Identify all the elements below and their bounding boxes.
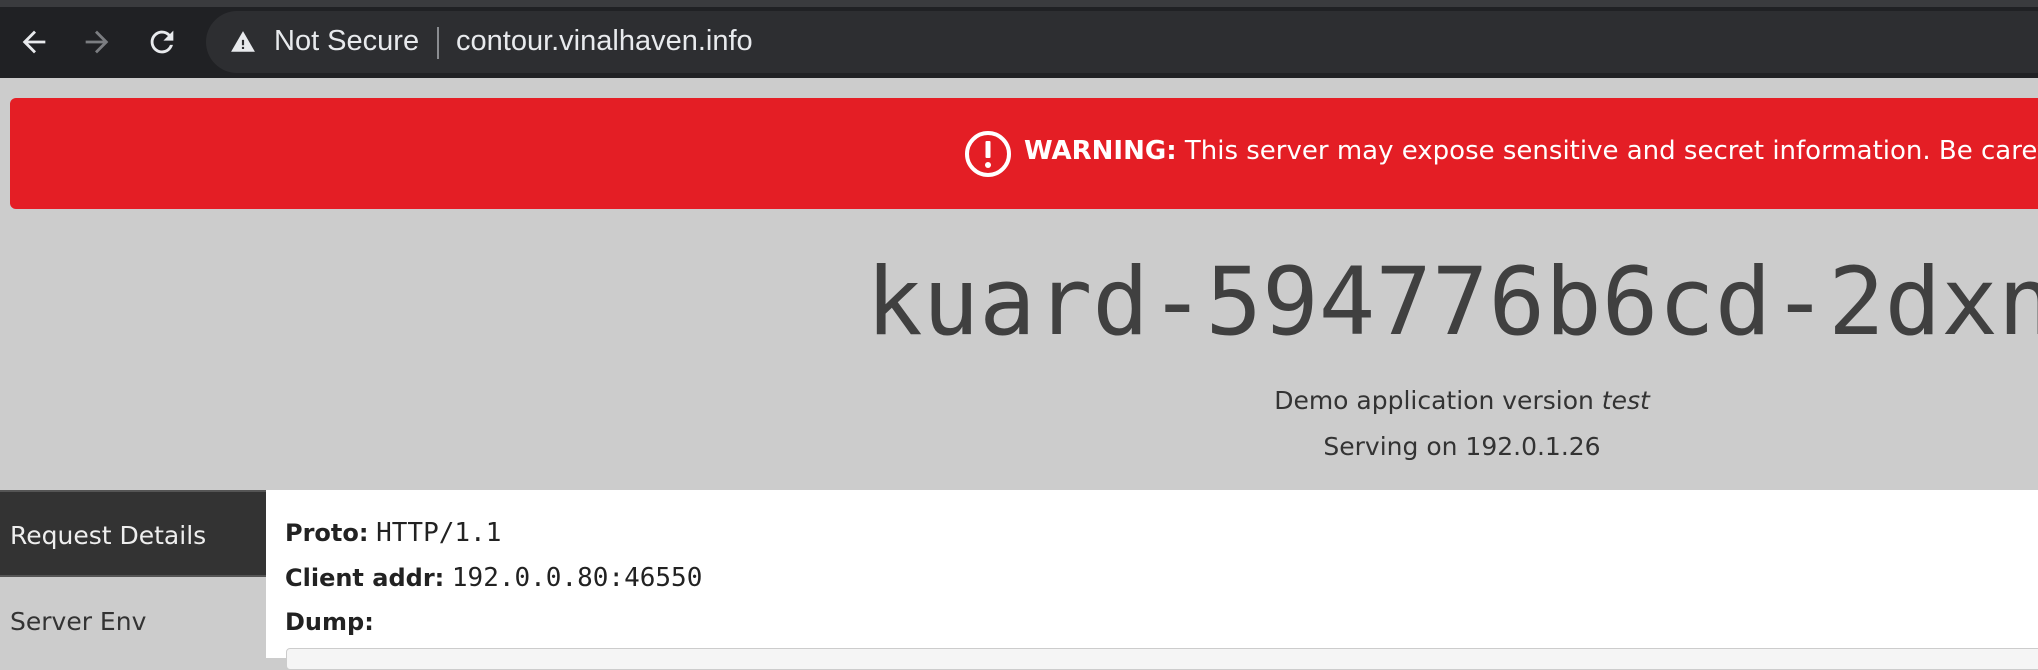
forward-arrow-icon bbox=[85, 30, 109, 54]
url-text[interactable]: contour.vinalhaven.info bbox=[456, 25, 753, 58]
browser-top-strip bbox=[0, 0, 2038, 7]
address-divider bbox=[437, 27, 439, 59]
reload-button[interactable] bbox=[137, 17, 187, 67]
warning-text: WARNING: This server may expose sensitiv… bbox=[1024, 136, 2038, 166]
address-bar[interactable]: Not Secure contour.vinalhaven.info bbox=[206, 11, 2038, 73]
sidebar-item-label: Server Env bbox=[10, 607, 147, 636]
sidebar-item-label: Request Details bbox=[10, 521, 207, 550]
proto-label: Proto: bbox=[285, 519, 369, 547]
reload-icon bbox=[150, 30, 174, 54]
version-value: test bbox=[1601, 386, 1650, 415]
security-status-label[interactable]: Not Secure bbox=[274, 25, 419, 58]
proto-field: Proto: HTTP/1.1 bbox=[285, 518, 501, 548]
sidebar-item-request-details[interactable]: Request Details bbox=[0, 490, 266, 577]
page-title: kuard-594776b6cd-2dxnw bbox=[866, 248, 2038, 357]
exclamation-circle-icon bbox=[965, 131, 1011, 177]
serving-line: Serving on 192.0.1.26 bbox=[1323, 432, 1601, 461]
version-prefix: Demo application version bbox=[1274, 386, 1602, 415]
client-addr-value: 192.0.0.80:46550 bbox=[451, 563, 703, 593]
proto-value: HTTP/1.1 bbox=[376, 518, 502, 548]
dump-box bbox=[286, 648, 2038, 670]
sidebar-item-server-env[interactable]: Server Env bbox=[0, 578, 266, 665]
warning-banner: WARNING: This server may expose sensitiv… bbox=[10, 98, 2038, 209]
warning-message: This server may expose sensitive and sec… bbox=[1176, 136, 2038, 166]
client-addr-label: Client addr: bbox=[285, 564, 445, 592]
version-line: Demo application version test bbox=[0, 386, 2038, 415]
back-arrow-icon bbox=[22, 30, 46, 54]
warning-strong: WARNING: bbox=[1024, 136, 1177, 166]
back-button[interactable] bbox=[9, 17, 59, 67]
forward-button[interactable] bbox=[72, 17, 122, 67]
warning-triangle-icon[interactable] bbox=[230, 29, 256, 55]
request-details-panel: Proto: HTTP/1.1 Client addr: 192.0.0.80:… bbox=[266, 490, 2038, 670]
dump-label: Dump: bbox=[285, 608, 374, 636]
browser-toolbar: Not Secure contour.vinalhaven.info bbox=[0, 7, 2038, 78]
client-addr-field: Client addr: 192.0.0.80:46550 bbox=[285, 563, 702, 593]
dump-field: Dump: bbox=[285, 608, 374, 636]
